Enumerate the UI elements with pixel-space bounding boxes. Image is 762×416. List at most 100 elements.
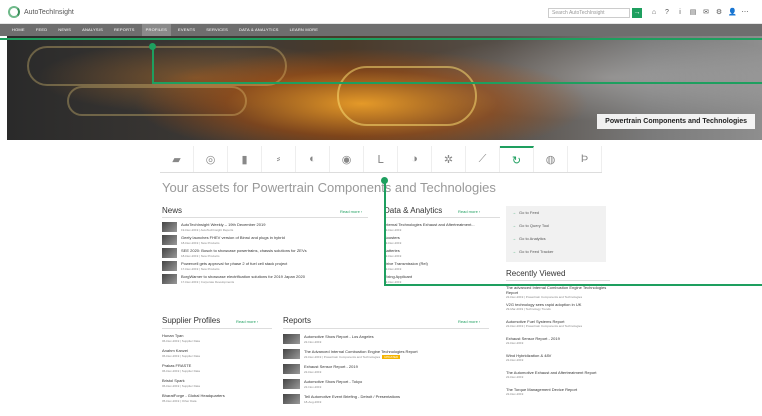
report-item[interactable]: Automotive Show Report - Tokyo 22-Nov-201… bbox=[283, 379, 483, 390]
divider bbox=[506, 280, 610, 281]
settings-icon[interactable]: ⚙ bbox=[715, 8, 723, 18]
news-item[interactable]: AutoTechInsight Weekly – 19th December 2… bbox=[162, 222, 368, 234]
nav-item[interactable]: HOME bbox=[8, 24, 29, 36]
data-analytics-meta: 19-Dec-2019 bbox=[384, 254, 402, 258]
user-icon[interactable]: 👤 bbox=[728, 8, 737, 18]
report-thumbnail bbox=[283, 349, 300, 359]
mail-icon[interactable]: ✉ bbox=[702, 8, 710, 18]
nav-item[interactable]: ANALYSIS bbox=[78, 24, 107, 36]
recently-viewed-item[interactable]: The Torque Management Device Report 22-De… bbox=[506, 387, 610, 397]
news-item[interactable]: SEE 2020: Bosch to showcase powertrains,… bbox=[162, 248, 368, 260]
tab-transmission-icon[interactable]: ⸗ bbox=[262, 146, 296, 172]
tab-engine-icon[interactable]: ▰ bbox=[160, 146, 194, 172]
supplier-meta: 06-Dec-2019 | Supplier Data bbox=[162, 384, 200, 388]
nav-item[interactable]: FEED bbox=[32, 24, 51, 36]
supplier-item[interactable]: Prakas FRASTE 06-Dec-2019 | Supplier Data bbox=[162, 363, 200, 374]
data-analytics-item[interactable]: Boosters 19-Dec-2019 bbox=[384, 235, 504, 246]
arrow-right-icon: → bbox=[512, 236, 516, 241]
help-icon[interactable]: ? bbox=[663, 8, 671, 18]
quick-link[interactable]: → Go to Analytics bbox=[512, 236, 546, 241]
news-read-more-link[interactable]: Read more › bbox=[340, 209, 362, 214]
recently-viewed-item[interactable]: Exhaust Sensor Report - 2019 22-Dec-2019 bbox=[506, 336, 610, 346]
divider bbox=[283, 328, 489, 329]
supplier-item[interactable]: Bristol Spark 06-Dec-2019 | Supplier Data bbox=[162, 378, 200, 389]
data-analytics-read-more-link[interactable]: Read more › bbox=[458, 209, 480, 214]
quick-link[interactable]: → Go to Query Tool bbox=[512, 223, 549, 228]
supplier-item[interactable]: BharatForge - Global Headquarters 05-Dec-… bbox=[162, 393, 225, 404]
tab-gear-icon[interactable]: ◎ bbox=[194, 146, 228, 172]
nav-item[interactable]: SERVICES bbox=[202, 24, 232, 36]
report-item[interactable]: The Advanced Internal Combustion Engine … bbox=[283, 349, 483, 360]
tab-wrench-icon[interactable]: ⟋ bbox=[466, 146, 500, 172]
tab-cycle-icon[interactable]: ↻ bbox=[500, 146, 534, 172]
report-text: The Advanced Internal Combustion Engine … bbox=[304, 349, 418, 360]
recently-viewed-item[interactable]: The Automotive Exhaust and Aftertreatmen… bbox=[506, 370, 610, 380]
news-item[interactable]: Geely launches FHEV version of Binrui an… bbox=[162, 235, 368, 247]
data-analytics-item[interactable]: Internal Technologies Exhaust and Aftert… bbox=[384, 222, 504, 233]
tab-radial-icon[interactable]: ◍ bbox=[534, 146, 568, 172]
report-meta: 22-Dec-2019 | Powertrain Components and … bbox=[304, 355, 401, 359]
arrow-right-icon: → bbox=[512, 223, 516, 228]
logo[interactable]: AutoTechInsight bbox=[8, 6, 74, 18]
supplier-meta: 06-Dec-2019 | Supplier Data bbox=[162, 354, 200, 358]
nav-item[interactable]: NEWS bbox=[54, 24, 75, 36]
nav-item[interactable]: PROFILES bbox=[141, 24, 172, 36]
data-analytics-item[interactable]: Drive Transmission (Rel) 19-Dec-2019 bbox=[384, 261, 504, 272]
report-item[interactable]: Exhaust Sensor Report - 2019 22-Dec-2019 bbox=[283, 364, 483, 375]
news-item[interactable]: BorgWarner to showcase electrification s… bbox=[162, 274, 368, 286]
recently-viewed-item[interactable]: The advanced Internal Combustion Engine … bbox=[506, 285, 610, 300]
search-input[interactable]: Search AutoTechInsight bbox=[548, 8, 630, 18]
tab-turbo-icon[interactable]: ◐ bbox=[296, 146, 330, 172]
data-analytics-meta: 19-Dec-2019 bbox=[384, 241, 402, 245]
data-analytics-item[interactable]: Batteries 19-Dec-2019 bbox=[384, 248, 504, 259]
more-icon[interactable]: ⋯ bbox=[741, 8, 749, 18]
reports-read-more-link[interactable]: Read more › bbox=[458, 319, 480, 324]
quick-link[interactable]: → Go to Feed Tracker bbox=[512, 249, 553, 254]
news-text: Geely launches FHEV version of Binrui an… bbox=[181, 235, 285, 247]
divider bbox=[384, 217, 500, 218]
tab-exhaust-icon[interactable]: ᒪ bbox=[364, 146, 398, 172]
toolbar-icons: ⌂? i ▤ ✉ ⚙ 👤 ⋯ bbox=[650, 8, 749, 18]
divider bbox=[162, 328, 272, 329]
news-item[interactable]: Powercell gets approval for phase 2 of f… bbox=[162, 261, 368, 273]
document-icon[interactable]: ▤ bbox=[689, 8, 697, 18]
supplier-item[interactable]: Hunan Tyan 06-Dec-2019 | Supplier Data bbox=[162, 333, 200, 344]
hero-decor bbox=[27, 46, 287, 86]
report-thumbnail bbox=[283, 364, 300, 374]
recently-viewed-item[interactable]: V2G technology sees rapid adoption in UK… bbox=[506, 302, 610, 312]
news-text: AutoTechInsight Weekly – 19th December 2… bbox=[181, 222, 265, 234]
report-meta: 22-Dec-2019 bbox=[304, 370, 322, 374]
nav-item[interactable]: REPORTS bbox=[110, 24, 139, 36]
battery-icon: ▮ bbox=[241, 153, 248, 166]
data-analytics-heading: Data & Analytics bbox=[384, 206, 443, 215]
recently-viewed-meta: 29-Mar-2019 | Technology Trends bbox=[506, 307, 551, 311]
nav-item[interactable]: LEARN MORE bbox=[286, 24, 322, 36]
recently-viewed-item[interactable]: Wind Hybridization & 48V 22-Dec-2019 bbox=[506, 353, 610, 363]
recently-viewed-heading: Recently Viewed bbox=[506, 269, 566, 278]
tab-fan-icon[interactable]: ◑ bbox=[398, 146, 432, 172]
info-icon[interactable]: i bbox=[676, 8, 684, 18]
tab-wheel-icon[interactable]: ◉ bbox=[330, 146, 364, 172]
recently-viewed-meta: 22-Dec-2019 bbox=[506, 341, 524, 345]
report-item[interactable]: Automotive Show Report - Los Angeles 22-N… bbox=[283, 334, 483, 345]
quick-link[interactable]: → Go to Feed bbox=[512, 210, 539, 215]
tab-plug-icon[interactable]: Ϸ bbox=[568, 146, 602, 172]
nav-item[interactable]: EVENTS bbox=[174, 24, 199, 36]
supplier-read-more-link[interactable]: Read more › bbox=[236, 319, 258, 324]
data-analytics-meta: 19-Dec-2019 bbox=[384, 267, 402, 271]
highlight-line bbox=[0, 38, 762, 40]
report-meta: 22-Nov-2019 bbox=[304, 340, 322, 344]
recently-viewed-title[interactable]: The advanced Internal Combustion Engine … bbox=[506, 285, 610, 295]
nav-item[interactable]: DATA & ANALYTICS bbox=[235, 24, 283, 36]
news-meta: 18-Dec-2019 | New Products bbox=[181, 241, 220, 245]
home-icon[interactable]: ⌂ bbox=[650, 8, 658, 18]
tab-battery-icon[interactable]: ▮ bbox=[228, 146, 262, 172]
supplier-meta: 06-Dec-2019 | Supplier Data bbox=[162, 369, 200, 373]
news-text: BorgWarner to showcase electrification s… bbox=[181, 274, 305, 286]
report-item[interactable]: Tell Automotive Event Briefing - Detroit… bbox=[283, 394, 483, 405]
tab-network-icon[interactable]: ✲ bbox=[432, 146, 466, 172]
report-meta: 22-Nov-2019 bbox=[304, 385, 322, 389]
search-button[interactable]: → bbox=[632, 8, 642, 18]
recently-viewed-item[interactable]: Automotive Fuel Systems Report 22-Dec-201… bbox=[506, 319, 610, 329]
supplier-item[interactable]: Anahm Kanzei 06-Dec-2019 | Supplier Data bbox=[162, 348, 200, 359]
